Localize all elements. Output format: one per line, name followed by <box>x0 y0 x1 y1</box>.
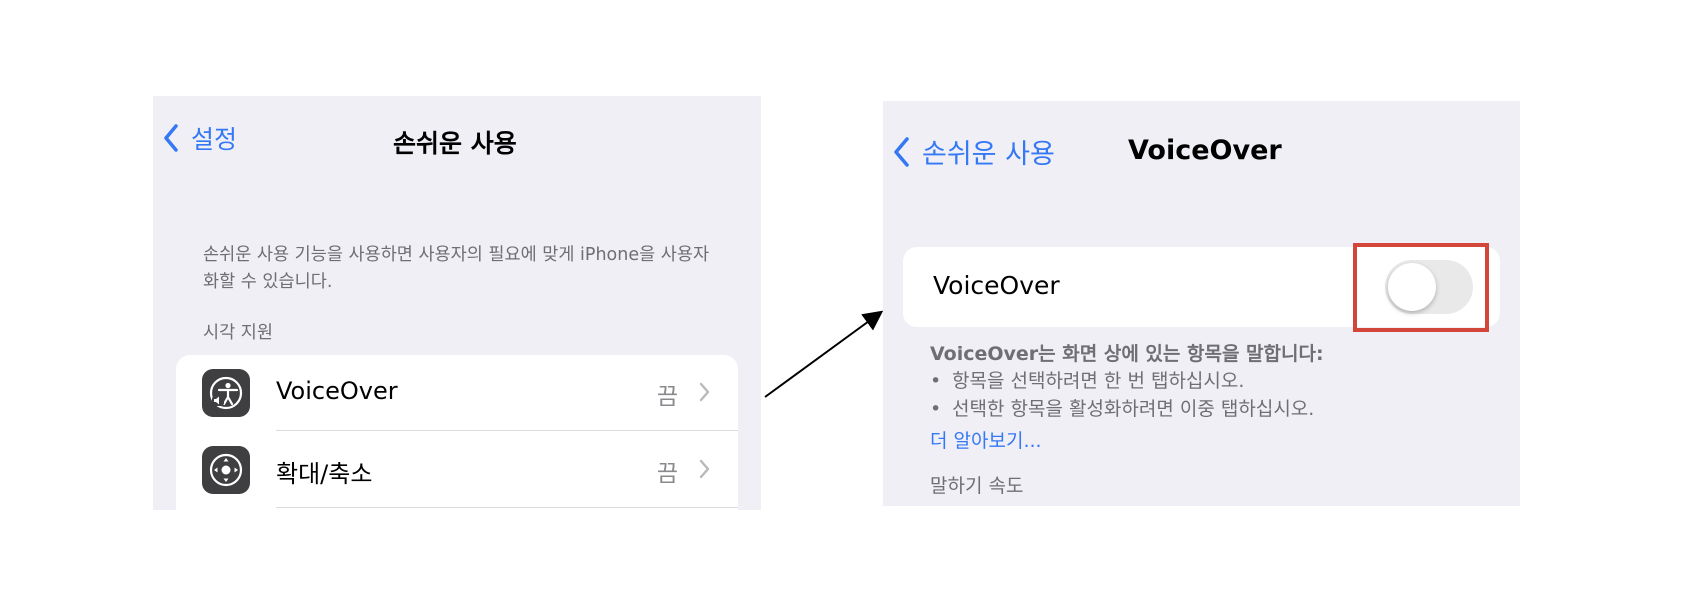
bullet-text: 항목을 선택하려면 한 번 탭하십시오. <box>952 370 1245 392</box>
bullet-text: 선택한 항목을 활성화하려면 이중 탭하십시오. <box>952 398 1315 420</box>
description-bullet: • 항목을 선택하려면 한 번 탭하십시오. <box>930 366 1244 393</box>
page-title: VoiceOver <box>1128 135 1282 166</box>
voiceover-screen: 손쉬운 사용 VoiceOver VoiceOver VoiceOver는 화면… <box>883 101 1520 506</box>
chevron-left-icon <box>894 136 909 167</box>
highlight-annotation <box>1353 243 1489 332</box>
voiceover-description-heading: VoiceOver는 화면 상에 있는 항목을 말합니다: <box>930 343 1324 365</box>
back-button-label: 손쉬운 사용 <box>922 139 1055 170</box>
learn-more-link[interactable]: 더 알아보기... <box>930 426 1042 453</box>
description-bullet: • 선택한 항목을 활성화하려면 이중 탭하십시오. <box>930 394 1314 421</box>
voiceover-toggle-label: VoiceOver <box>933 271 1060 300</box>
speaking-rate-header: 말하기 속도 <box>930 475 1024 497</box>
bullet-dot: • <box>930 370 942 392</box>
back-button[interactable]: 손쉬운 사용 <box>893 132 1055 171</box>
bullet-dot: • <box>930 398 942 420</box>
